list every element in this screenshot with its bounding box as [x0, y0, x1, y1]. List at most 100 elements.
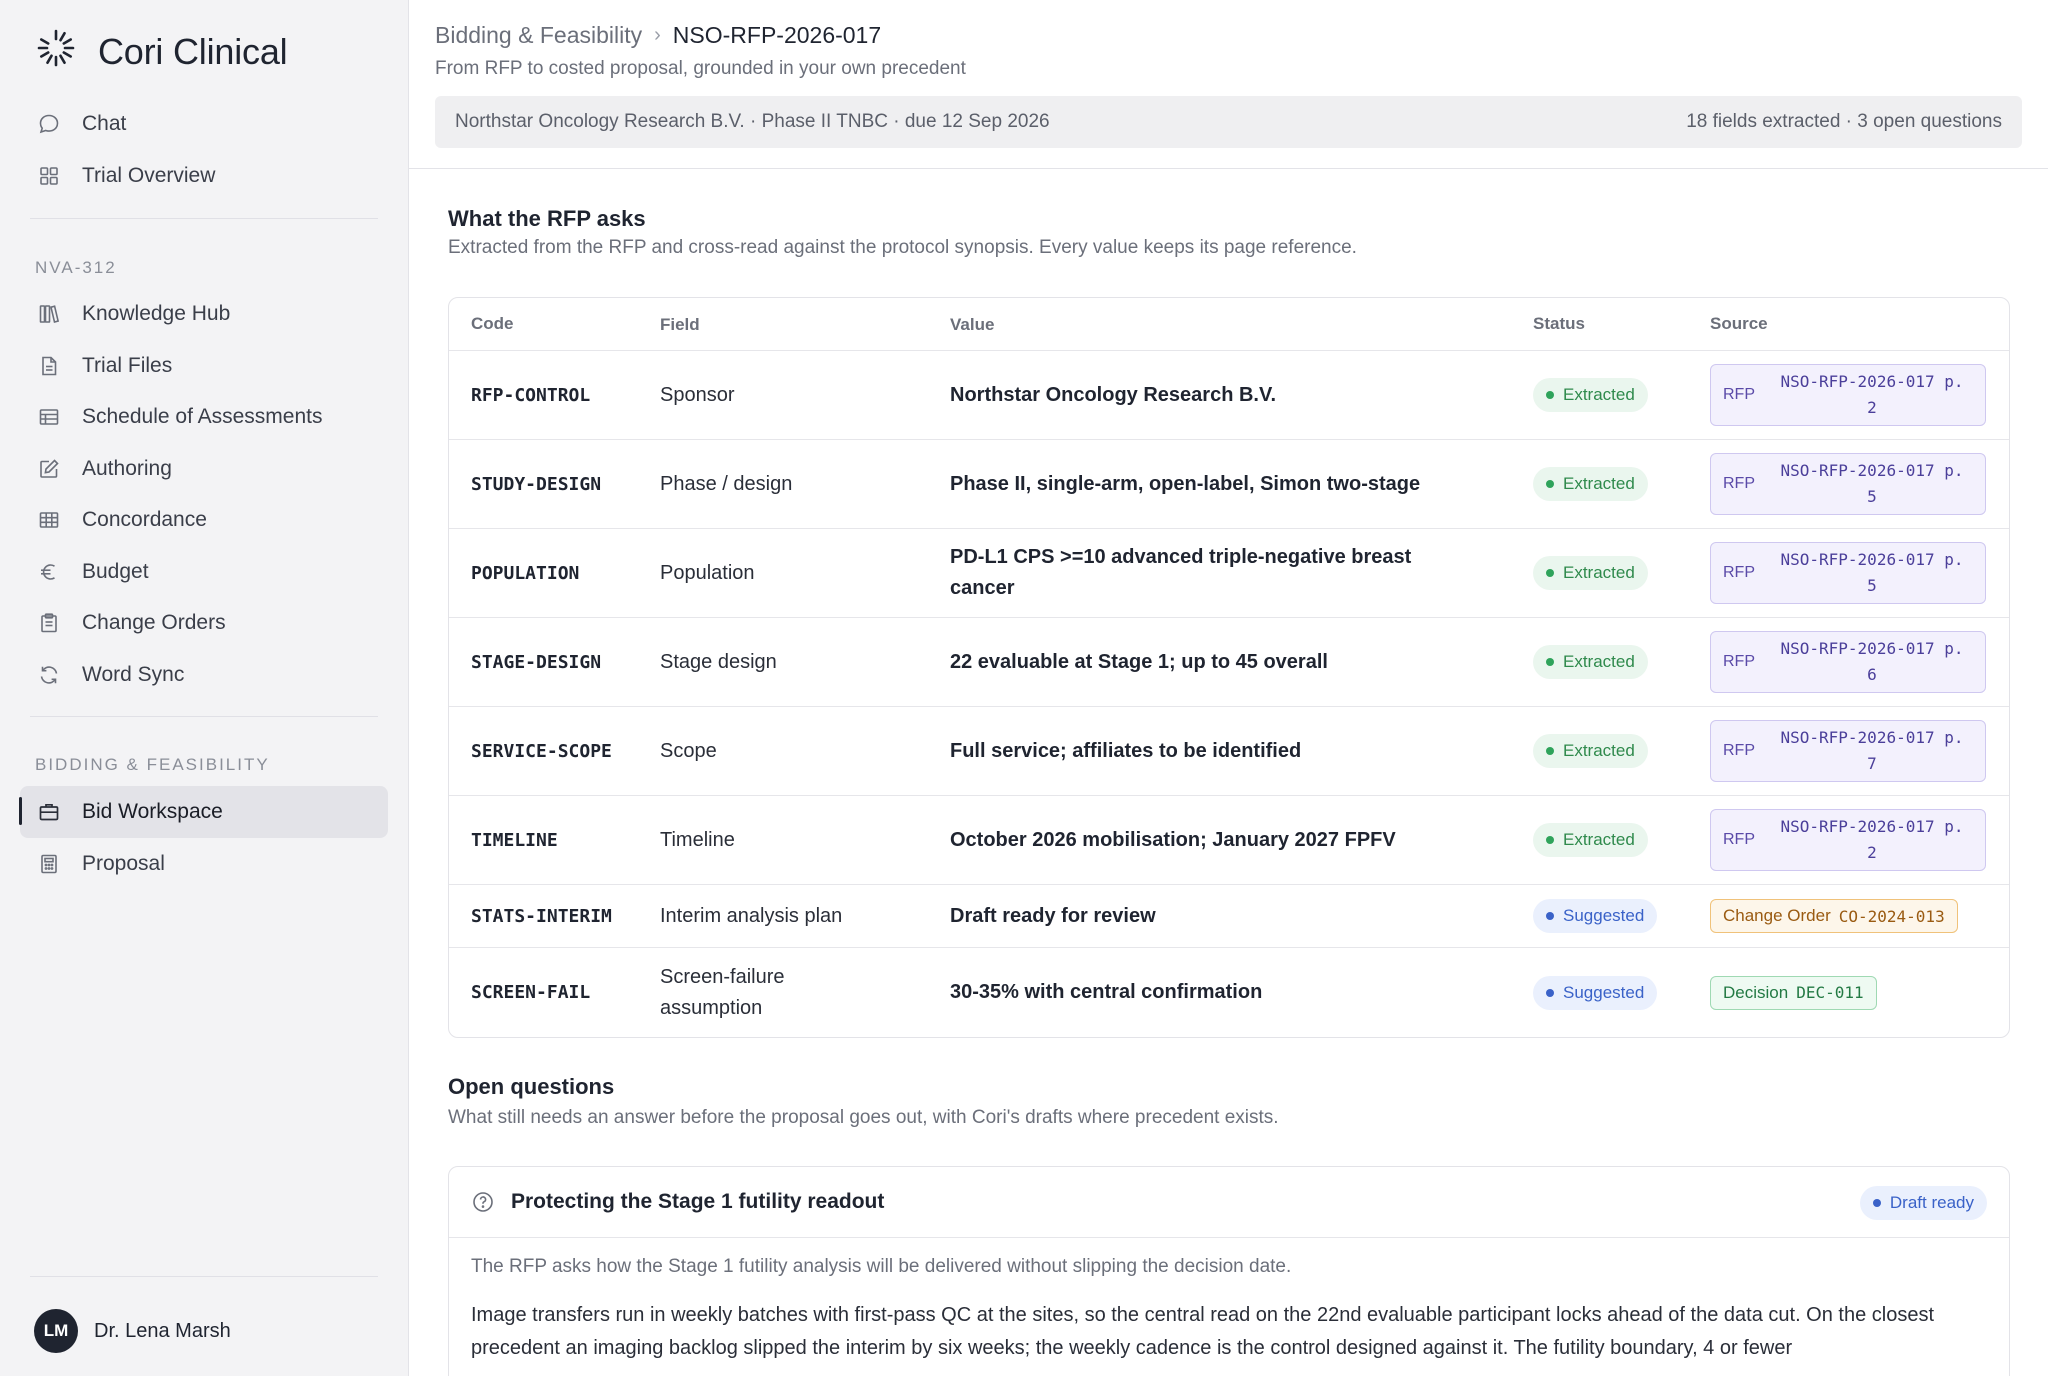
- sidebar-divider: [30, 218, 378, 219]
- sidebar-item-concordance[interactable]: Concordance: [20, 494, 388, 546]
- status-dot: [1872, 1199, 1881, 1207]
- table-row[interactable]: RFP-CONTROL Sponsor Northstar Oncology R…: [449, 351, 2009, 440]
- user-menu[interactable]: LM Dr. Lena Marsh: [34, 1309, 231, 1353]
- row-field: Timeline: [660, 828, 735, 851]
- table-row[interactable]: TIMELINE Timeline October 2026 mobilisat…: [449, 796, 2009, 885]
- sidebar-item-label: Authoring: [82, 457, 172, 480]
- sidebar-item-label: Budget: [82, 560, 149, 583]
- sidebar-item-authoring[interactable]: Authoring: [20, 443, 388, 495]
- source-ref: CO-2024-013: [1838, 906, 1945, 926]
- table-list-icon: [36, 404, 62, 430]
- table-header: Code Field Value Status Source: [449, 298, 2009, 351]
- row-code: RFP-CONTROL: [471, 384, 591, 406]
- sidebar-item-trial-files[interactable]: Trial Files: [20, 340, 388, 392]
- sidebar-divider: [30, 716, 378, 717]
- extraction-stats: 18 fields extracted · 3 open questions: [1686, 111, 2002, 132]
- sidebar-item-label: Chat: [82, 112, 127, 135]
- change-order-reference[interactable]: Change Order CO-2024-013: [1710, 899, 1958, 933]
- table-row[interactable]: SCREEN-FAIL Screen-failure assumption 30…: [449, 948, 2009, 1037]
- status-badge: Extracted: [1533, 823, 1648, 857]
- source-reference[interactable]: RFP NSO-RFP-2026-017 p. 2: [1710, 364, 1986, 426]
- brand[interactable]: Cori Clinical: [34, 26, 288, 78]
- sidebar: Cori Clinical Chat Trial Overview NVA-31…: [0, 0, 409, 1376]
- sidebar-item-word-sync[interactable]: Word Sync: [20, 649, 388, 701]
- status-text: Extracted: [1563, 830, 1635, 849]
- source-ref: NSO-RFP-2026-017 p. 7: [1780, 728, 1964, 773]
- sidebar-item-chat[interactable]: Chat: [20, 98, 388, 150]
- row-field: Scope: [660, 739, 717, 762]
- rfp-section-description: Extracted from the RFP and cross-read ag…: [448, 237, 1357, 258]
- status-text: Suggested: [1563, 906, 1645, 925]
- section-label-trial: NVA-312: [35, 258, 117, 277]
- source-ref: NSO-RFP-2026-017 p. 6: [1780, 639, 1964, 684]
- status-badge: Extracted: [1533, 556, 1648, 590]
- sidebar-item-label: Concordance: [82, 508, 207, 531]
- row-value: 30-35% with central confirmation: [950, 981, 1263, 1003]
- sidebar-item-knowledge-hub[interactable]: Knowledge Hub: [20, 288, 388, 340]
- table-row[interactable]: POPULATION Population PD-L1 CPS >=10 adv…: [449, 529, 2009, 618]
- status-text: Extracted: [1563, 741, 1635, 760]
- source-ref: NSO-RFP-2026-017 p. 5: [1780, 461, 1964, 506]
- rfp-section-title: What the RFP asks: [448, 206, 646, 231]
- file-icon: [36, 353, 62, 379]
- row-code: TIMELINE: [471, 829, 558, 851]
- status-dot: [1546, 747, 1554, 755]
- page-subtitle: From RFP to costed proposal, grounded in…: [435, 58, 966, 79]
- main-area: Bidding & Feasibility › NSO-RFP-2026-017…: [409, 0, 2048, 1376]
- decision-reference[interactable]: Decision DEC-011: [1710, 975, 1877, 1010]
- breadcrumb-separator: ›: [654, 24, 661, 46]
- source-kind: RFP: [1723, 742, 1755, 759]
- table-row[interactable]: STAGE-DESIGN Stage design 22 evaluable a…: [449, 618, 2009, 707]
- sidebar-item-label: Word Sync: [82, 663, 185, 686]
- question-draft-answer: Image transfers run in weekly batches wi…: [471, 1304, 1935, 1359]
- logo-icon: [37, 29, 75, 67]
- source-ref: DEC-011: [1796, 983, 1864, 1002]
- source-reference[interactable]: RFP NSO-RFP-2026-017 p. 5: [1710, 542, 1986, 604]
- row-code: SERVICE-SCOPE: [471, 740, 612, 762]
- row-field: Population: [660, 561, 755, 584]
- status-badge: Extracted: [1533, 378, 1648, 412]
- sidebar-item-bid-workspace[interactable]: Bid Workspace: [20, 786, 388, 838]
- column-header-status: Status: [1533, 314, 1585, 333]
- question-card[interactable]: Protecting the Stage 1 futility readout …: [448, 1166, 2010, 1376]
- source-kind: Change Order: [1723, 906, 1831, 925]
- sidebar-item-label: Change Orders: [82, 611, 226, 634]
- status-text: Extracted: [1563, 474, 1635, 493]
- table-row[interactable]: STATS-INTERIM Interim analysis plan Draf…: [449, 885, 2009, 948]
- table-row[interactable]: SERVICE-SCOPE Scope Full service; affili…: [449, 707, 2009, 796]
- sidebar-item-label: Bid Workspace: [82, 800, 223, 823]
- sidebar-item-trial-overview[interactable]: Trial Overview: [20, 150, 388, 202]
- sidebar-item-budget[interactable]: Budget: [20, 546, 388, 598]
- row-value: Phase II, single-arm, open-label, Simon …: [950, 472, 1421, 495]
- question-header[interactable]: Protecting the Stage 1 futility readout …: [449, 1167, 2009, 1238]
- row-field: Interim analysis plan: [660, 904, 843, 927]
- briefcase-icon: [36, 799, 62, 825]
- source-reference[interactable]: RFP NSO-RFP-2026-017 p. 5: [1710, 453, 1986, 515]
- question-circle-icon: [473, 1192, 493, 1212]
- source-reference[interactable]: RFP NSO-RFP-2026-017 p. 7: [1710, 720, 1986, 782]
- source-reference[interactable]: RFP NSO-RFP-2026-017 p. 2: [1710, 809, 1986, 871]
- row-field: Stage design: [660, 650, 777, 673]
- sidebar-item-proposal[interactable]: Proposal: [20, 838, 388, 890]
- sidebar-item-change-orders[interactable]: Change Orders: [20, 597, 388, 649]
- row-code: STUDY-DESIGN: [471, 473, 602, 495]
- row-value: October 2026 mobilisation; January 2027 …: [950, 828, 1396, 851]
- row-value: PD-L1 CPS >=10 advanced triple-negative …: [950, 546, 1412, 599]
- question-title: Protecting the Stage 1 futility readout: [511, 1190, 885, 1213]
- column-header-field: Field: [660, 314, 700, 334]
- question-ask: The RFP asks how the Stage 1 futility an…: [471, 1256, 1292, 1277]
- status-dot: [1546, 658, 1554, 666]
- avatar: LM: [34, 1309, 78, 1353]
- source-reference[interactable]: RFP NSO-RFP-2026-017 p. 6: [1710, 631, 1986, 693]
- sidebar-item-schedule-of-assessments[interactable]: Schedule of Assessments: [20, 391, 388, 443]
- row-field: Phase / design: [660, 472, 793, 495]
- breadcrumb-current: NSO-RFP-2026-017: [672, 22, 882, 48]
- source-ref: NSO-RFP-2026-017 p. 2: [1780, 817, 1964, 862]
- row-code: STAGE-DESIGN: [471, 651, 602, 673]
- breadcrumb-parent[interactable]: Bidding & Feasibility: [435, 22, 642, 49]
- row-value: 22 evaluable at Stage 1; up to 45 overal…: [950, 650, 1328, 673]
- source-kind: RFP: [1723, 475, 1755, 492]
- sidebar-item-label: Knowledge Hub: [82, 302, 231, 325]
- status-badge: Extracted: [1533, 645, 1648, 679]
- table-row[interactable]: STUDY-DESIGN Phase / design Phase II, si…: [449, 440, 2009, 529]
